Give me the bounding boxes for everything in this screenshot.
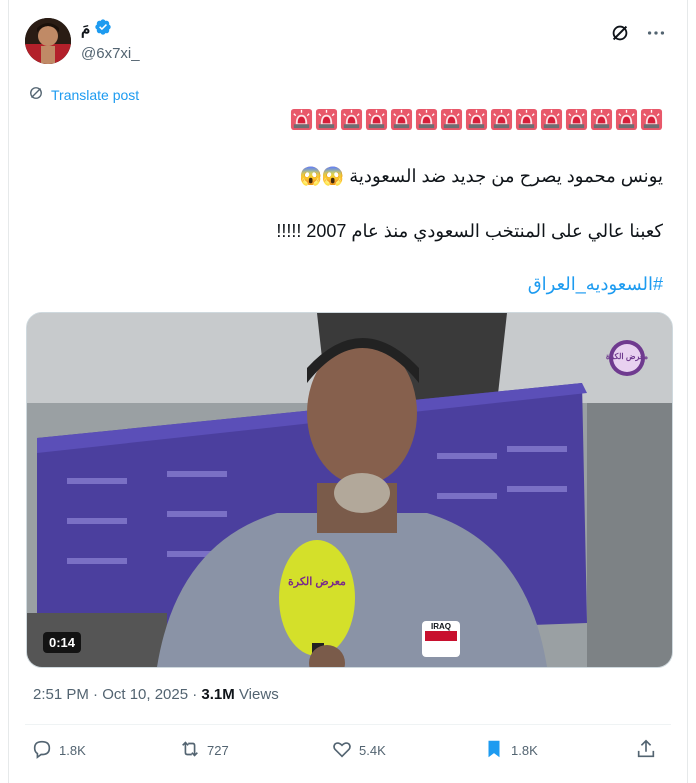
reply-count: 1.8K	[59, 743, 86, 758]
post-text-line-2: كعبنا عالي على المنتخب السعودي منذ عام 2…	[276, 221, 663, 241]
tweet-card: مَ @6x7xi_ Translate post يونس محمود يصر…	[8, 0, 688, 783]
jersey-badge-label: IRAQ	[431, 622, 451, 631]
translate-label: Translate post	[51, 86, 140, 103]
divider	[25, 724, 671, 725]
repost-count: 727	[207, 743, 229, 758]
video-duration: 0:14	[43, 632, 82, 653]
translate-icon	[27, 84, 45, 105]
reply-icon	[31, 738, 53, 763]
repost-icon	[179, 738, 201, 763]
alarm-emoji	[515, 108, 538, 131]
alarm-emoji	[365, 108, 388, 131]
action-bar: 1.8K 727 5.4K 1.8K	[9, 738, 687, 764]
more-options-icon[interactable]	[645, 22, 667, 49]
channel-logo-label: معرض الكرة	[605, 352, 649, 361]
alarm-emoji	[490, 108, 513, 131]
alarm-emoji	[340, 108, 363, 131]
post-meta: 2:51 PM · Oct 10, 2025 · 3.1M Views	[33, 686, 279, 703]
mic-logo-label: معرض الكرة	[288, 576, 346, 588]
bookmark-icon	[483, 738, 505, 763]
hashtag-link[interactable]: #السعوديه_العراق	[528, 274, 663, 295]
share-icon	[635, 738, 657, 763]
alarm-emoji	[415, 108, 438, 131]
like-count: 5.4K	[359, 743, 386, 758]
alarm-emoji	[540, 108, 563, 131]
tweet-header: مَ @6x7xi_	[25, 18, 673, 68]
post-text-line-1: يونس محمود يصرح من جديد ضد السعودية 😱😱	[299, 166, 663, 186]
alarm-emoji-row	[290, 108, 663, 131]
avatar[interactable]	[25, 18, 71, 64]
user-handle[interactable]: @6x7xi_	[81, 44, 140, 64]
views-label: Views	[234, 686, 279, 703]
alarm-emoji	[390, 108, 413, 131]
repost-button[interactable]: 727	[179, 738, 229, 763]
verified-badge-icon	[94, 18, 112, 42]
alarm-emoji	[315, 108, 338, 131]
alarm-emoji	[440, 108, 463, 131]
translate-post-link[interactable]: Translate post	[27, 84, 139, 105]
alarm-emoji	[465, 108, 488, 131]
author-names: مَ @6x7xi_	[81, 18, 140, 64]
reply-button[interactable]: 1.8K	[31, 738, 86, 763]
alarm-emoji	[640, 108, 663, 131]
alarm-emoji	[590, 108, 613, 131]
video-player[interactable]: معرض الكرة معرض الكرة IRAQ 0:14	[26, 312, 673, 668]
alarm-emoji	[615, 108, 638, 131]
views-count: 3.1M	[201, 686, 235, 703]
like-button[interactable]: 5.4K	[331, 738, 386, 763]
bookmark-count: 1.8K	[511, 743, 538, 758]
display-name[interactable]: مَ	[81, 20, 90, 40]
alarm-emoji	[290, 108, 313, 131]
bookmark-button[interactable]: 1.8K	[483, 738, 538, 763]
timestamp[interactable]: 2:51 PM · Oct 10, 2025 ·	[33, 686, 201, 703]
video-frame	[27, 313, 672, 667]
share-button[interactable]	[635, 738, 657, 763]
alarm-emoji	[565, 108, 588, 131]
heart-icon	[331, 738, 353, 763]
grok-icon[interactable]	[609, 22, 631, 49]
